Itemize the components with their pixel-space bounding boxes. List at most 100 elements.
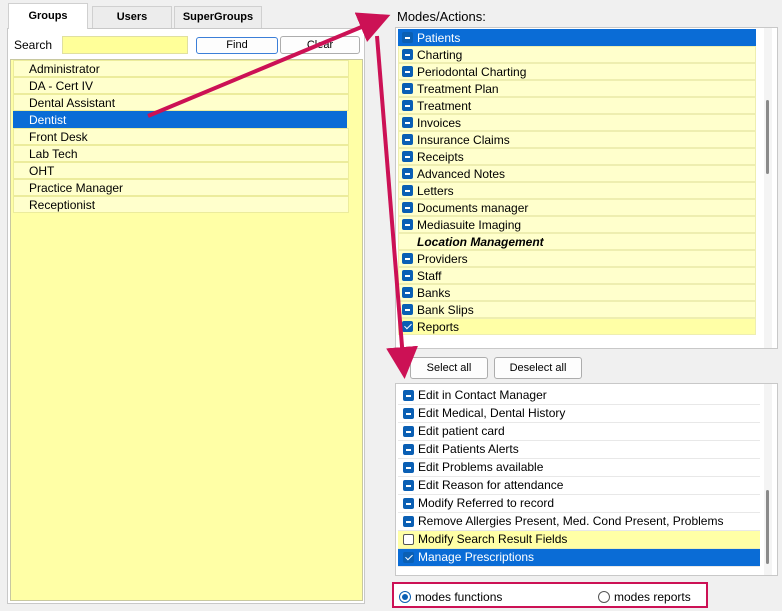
partial-check-icon[interactable] bbox=[402, 168, 413, 179]
group-item-front-desk[interactable]: Front Desk bbox=[13, 128, 349, 145]
group-item-receptionist[interactable]: Receptionist bbox=[13, 196, 349, 213]
mode-item-label: Bank Slips bbox=[417, 303, 474, 317]
function-item-label: Edit in Contact Manager bbox=[418, 388, 547, 402]
group-item-dental-assistant[interactable]: Dental Assistant bbox=[13, 94, 349, 111]
partial-check-icon[interactable] bbox=[402, 253, 413, 264]
partial-check-icon[interactable] bbox=[403, 444, 414, 455]
function-item-remove-allergies[interactable]: Remove Allergies Present, Med. Cond Pres… bbox=[398, 513, 760, 531]
partial-check-icon[interactable] bbox=[403, 516, 414, 527]
group-item-administrator[interactable]: Administrator bbox=[13, 60, 349, 77]
function-item-edit-medical-dental-history[interactable]: Edit Medical, Dental History bbox=[398, 405, 760, 423]
mode-item-invoices[interactable]: Invoices bbox=[398, 114, 756, 131]
partial-check-icon[interactable] bbox=[402, 100, 413, 111]
mode-item-documents-manager[interactable]: Documents manager bbox=[398, 199, 756, 216]
partial-check-icon[interactable] bbox=[402, 83, 413, 94]
function-item-label: Edit Problems available bbox=[418, 460, 544, 474]
function-item-edit-problems-available[interactable]: Edit Problems available bbox=[398, 459, 760, 477]
group-item-lab-tech[interactable]: Lab Tech bbox=[13, 145, 349, 162]
mode-item-staff[interactable]: Staff bbox=[398, 267, 756, 284]
search-label: Search bbox=[14, 38, 53, 52]
function-item-manage-prescriptions[interactable]: Manage Prescriptions bbox=[398, 549, 760, 567]
function-item-modify-search-result-fields[interactable]: Modify Search Result Fields bbox=[398, 531, 760, 549]
mode-item-reports[interactable]: Reports bbox=[398, 318, 756, 335]
partial-check-icon[interactable] bbox=[402, 66, 413, 77]
modes-list[interactable]: Patients Charting Periodontal Charting T… bbox=[395, 27, 778, 349]
mode-item-banks[interactable]: Banks bbox=[398, 284, 756, 301]
mode-item-label: Periodontal Charting bbox=[417, 65, 527, 79]
function-item-edit-patients-alerts[interactable]: Edit Patients Alerts bbox=[398, 441, 760, 459]
mode-item-insurance-claims[interactable]: Insurance Claims bbox=[398, 131, 756, 148]
functions-scrollbar-thumb[interactable] bbox=[766, 490, 769, 564]
group-list[interactable]: Administrator DA - Cert IV Dental Assist… bbox=[10, 59, 363, 601]
function-item-edit-patient-card[interactable]: Edit patient card bbox=[398, 423, 760, 441]
partial-check-icon[interactable] bbox=[402, 270, 413, 281]
radio-modes-functions[interactable] bbox=[399, 591, 411, 603]
mode-item-bank-slips[interactable]: Bank Slips bbox=[398, 301, 756, 318]
function-item-label: Modify Referred to record bbox=[418, 496, 555, 510]
groups-panel: Search Find Clear Administrator DA - Cer… bbox=[7, 28, 365, 604]
partial-check-icon[interactable] bbox=[402, 185, 413, 196]
deselect-all-button[interactable]: Deselect all bbox=[494, 357, 582, 379]
check-icon[interactable] bbox=[403, 552, 414, 563]
mode-item-receipts[interactable]: Receipts bbox=[398, 148, 756, 165]
tab-supergroups[interactable]: SuperGroups bbox=[174, 6, 262, 28]
partial-check-icon[interactable] bbox=[402, 32, 413, 43]
check-icon[interactable] bbox=[402, 321, 413, 332]
modes-actions-label: Modes/Actions: bbox=[397, 9, 486, 24]
select-all-button[interactable]: Select all bbox=[410, 357, 488, 379]
partial-check-icon[interactable] bbox=[402, 202, 413, 213]
clear-button[interactable]: Clear bbox=[280, 36, 360, 54]
partial-check-icon[interactable] bbox=[402, 219, 413, 230]
radio-modes-reports[interactable] bbox=[598, 591, 610, 603]
group-item-oht[interactable]: OHT bbox=[13, 162, 349, 179]
group-item-dentist[interactable]: Dentist bbox=[13, 111, 347, 128]
partial-check-icon[interactable] bbox=[403, 426, 414, 437]
mode-item-periodontal-charting[interactable]: Periodontal Charting bbox=[398, 63, 756, 80]
function-item-edit-in-contact-manager[interactable]: Edit in Contact Manager bbox=[398, 387, 760, 405]
group-item-practice-manager[interactable]: Practice Manager bbox=[13, 179, 349, 196]
mode-item-letters[interactable]: Letters bbox=[398, 182, 756, 199]
group-item-da-cert-iv[interactable]: DA - Cert IV bbox=[13, 77, 349, 94]
function-item-label: Edit Medical, Dental History bbox=[418, 406, 566, 420]
partial-check-icon[interactable] bbox=[402, 304, 413, 315]
partial-check-icon[interactable] bbox=[403, 480, 414, 491]
function-item-label: Edit Reason for attendance bbox=[418, 478, 564, 492]
tab-groups[interactable]: Groups bbox=[8, 3, 88, 29]
mode-item-label: Advanced Notes bbox=[417, 167, 506, 181]
mode-item-providers[interactable]: Providers bbox=[398, 250, 756, 267]
mode-item-label: Treatment Plan bbox=[417, 82, 499, 96]
find-button[interactable]: Find bbox=[196, 37, 278, 54]
radio-label-modes-functions[interactable]: modes functions bbox=[415, 590, 502, 604]
functions-scrollbar[interactable] bbox=[764, 384, 772, 575]
partial-check-icon[interactable] bbox=[402, 151, 413, 162]
mode-item-patients[interactable]: Patients bbox=[398, 29, 756, 46]
modes-scrollbar[interactable] bbox=[764, 28, 772, 348]
partial-check-icon[interactable] bbox=[402, 134, 413, 145]
mode-item-label: Reports bbox=[417, 320, 460, 334]
mode-item-charting[interactable]: Charting bbox=[398, 46, 756, 63]
partial-check-icon[interactable] bbox=[403, 390, 414, 401]
mode-item-label: Letters bbox=[417, 184, 454, 198]
partial-check-icon[interactable] bbox=[402, 117, 413, 128]
function-item-label: Edit patient card bbox=[418, 424, 505, 438]
tab-users[interactable]: Users bbox=[92, 6, 172, 28]
partial-check-icon[interactable] bbox=[402, 49, 413, 60]
radio-label-modes-reports[interactable]: modes reports bbox=[614, 590, 691, 604]
partial-check-icon[interactable] bbox=[403, 462, 414, 473]
mode-item-label: Banks bbox=[417, 286, 451, 300]
mode-item-advanced-notes[interactable]: Advanced Notes bbox=[398, 165, 756, 182]
mode-item-treatment[interactable]: Treatment bbox=[398, 97, 756, 114]
modes-scrollbar-thumb[interactable] bbox=[766, 100, 769, 174]
mode-item-treatment-plan[interactable]: Treatment Plan bbox=[398, 80, 756, 97]
partial-check-icon[interactable] bbox=[403, 498, 414, 509]
empty-checkbox-icon[interactable] bbox=[403, 534, 414, 545]
search-input[interactable] bbox=[62, 36, 188, 54]
mode-item-mediasuite-imaging[interactable]: Mediasuite Imaging bbox=[398, 216, 756, 233]
partial-check-icon[interactable] bbox=[402, 287, 413, 298]
mode-item-label: Mediasuite Imaging bbox=[417, 218, 522, 232]
mode-item-label: Providers bbox=[417, 252, 468, 266]
partial-check-icon[interactable] bbox=[403, 408, 414, 419]
function-item-modify-referred-to-record[interactable]: Modify Referred to record bbox=[398, 495, 760, 513]
function-item-edit-reason-for-attendance[interactable]: Edit Reason for attendance bbox=[398, 477, 760, 495]
functions-list[interactable]: Edit in Contact Manager Edit Medical, De… bbox=[395, 383, 778, 576]
